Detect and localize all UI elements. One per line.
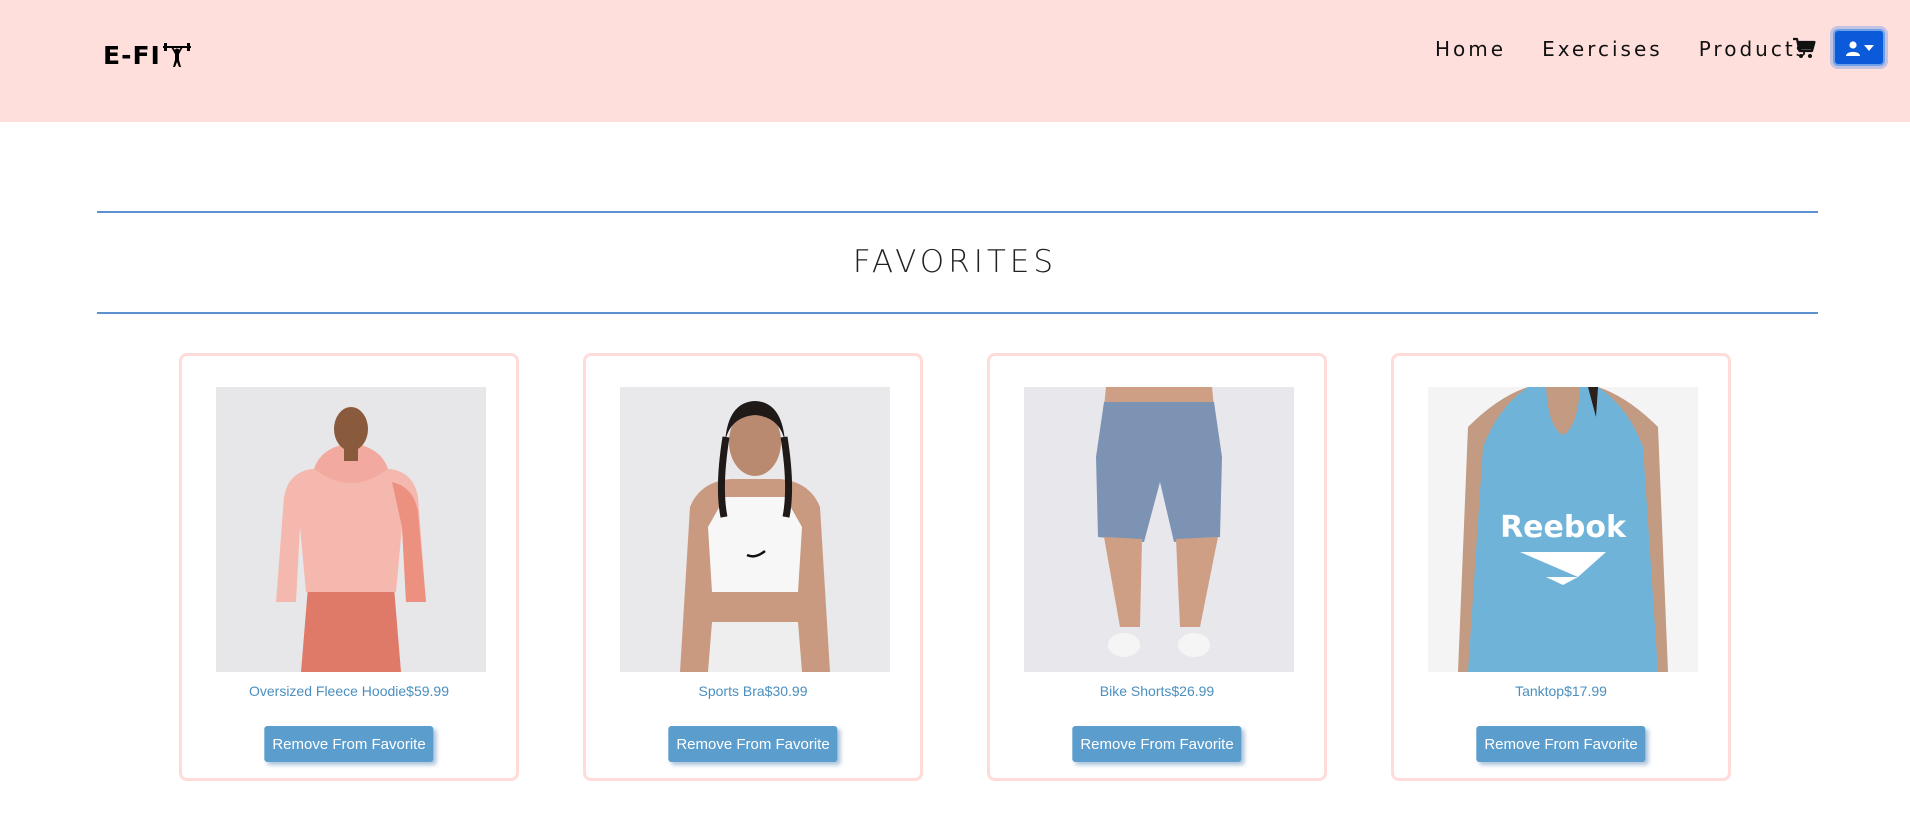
favorite-card: Oversized Fleece Hoodie$59.99 Remove Fro… — [179, 353, 519, 781]
brand-logo[interactable]: E-FI — [103, 40, 192, 70]
divider-bottom — [97, 312, 1818, 314]
nav-link-exercises[interactable]: Exercises — [1542, 34, 1663, 64]
product-price: $59.99 — [406, 683, 449, 699]
page-title: FAVORITES — [852, 244, 1058, 280]
user-menu-button[interactable] — [1833, 29, 1885, 66]
product-name: Oversized Fleece Hoodie — [248, 683, 407, 699]
caret-down-icon — [1863, 44, 1874, 51]
sports-bra-image — [620, 387, 890, 672]
remove-from-favorite-button[interactable]: Remove From Favorite — [668, 726, 838, 762]
favorite-card: Reebok Tanktop$17.99 Remove From Favorit… — [1391, 353, 1731, 781]
shopping-cart-icon[interactable] — [1792, 36, 1816, 60]
bike-shorts-image — [1024, 387, 1294, 672]
product-name: Sports Bra — [698, 683, 765, 699]
product-caption: Sports Bra$30.99 — [586, 683, 920, 699]
product-name: Tanktop — [1515, 683, 1565, 699]
remove-from-favorite-button[interactable]: Remove From Favorite — [264, 726, 434, 762]
main-nav: Home Exercises Products — [1435, 34, 1845, 64]
product-price: $26.99 — [1171, 683, 1215, 699]
product-image[interactable]: Reebok — [1428, 387, 1698, 672]
divider-top — [97, 211, 1818, 213]
tanktop-image: Reebok — [1428, 387, 1698, 672]
product-image[interactable] — [216, 387, 486, 672]
remove-from-favorite-button[interactable]: Remove From Favorite — [1476, 726, 1646, 762]
hoodie-image — [216, 387, 486, 672]
svg-text:Reebok: Reebok — [1500, 510, 1627, 545]
nav-link-home[interactable]: Home — [1435, 34, 1506, 64]
product-name: Bike Shorts — [1099, 683, 1172, 699]
user-icon — [1845, 40, 1860, 56]
product-caption: Bike Shorts$26.99 — [990, 683, 1324, 699]
product-image[interactable] — [620, 387, 890, 672]
weightlifter-icon — [162, 43, 191, 67]
favorite-card: Sports Bra$30.99 Remove From Favorite — [583, 353, 923, 781]
favorite-card: Bike Shorts$26.99 Remove From Favorite — [987, 353, 1327, 781]
product-image[interactable] — [1024, 387, 1294, 672]
remove-from-favorite-button[interactable]: Remove From Favorite — [1072, 726, 1242, 762]
product-price: $17.99 — [1564, 683, 1607, 699]
product-caption: Tanktop$17.99 — [1394, 683, 1728, 699]
logo-text: E-FI — [103, 40, 161, 70]
product-caption: Oversized Fleece Hoodie$59.99 — [182, 683, 516, 699]
navbar: E-FI Home Exercises Products — [0, 0, 1910, 122]
product-price: $30.99 — [764, 683, 808, 699]
